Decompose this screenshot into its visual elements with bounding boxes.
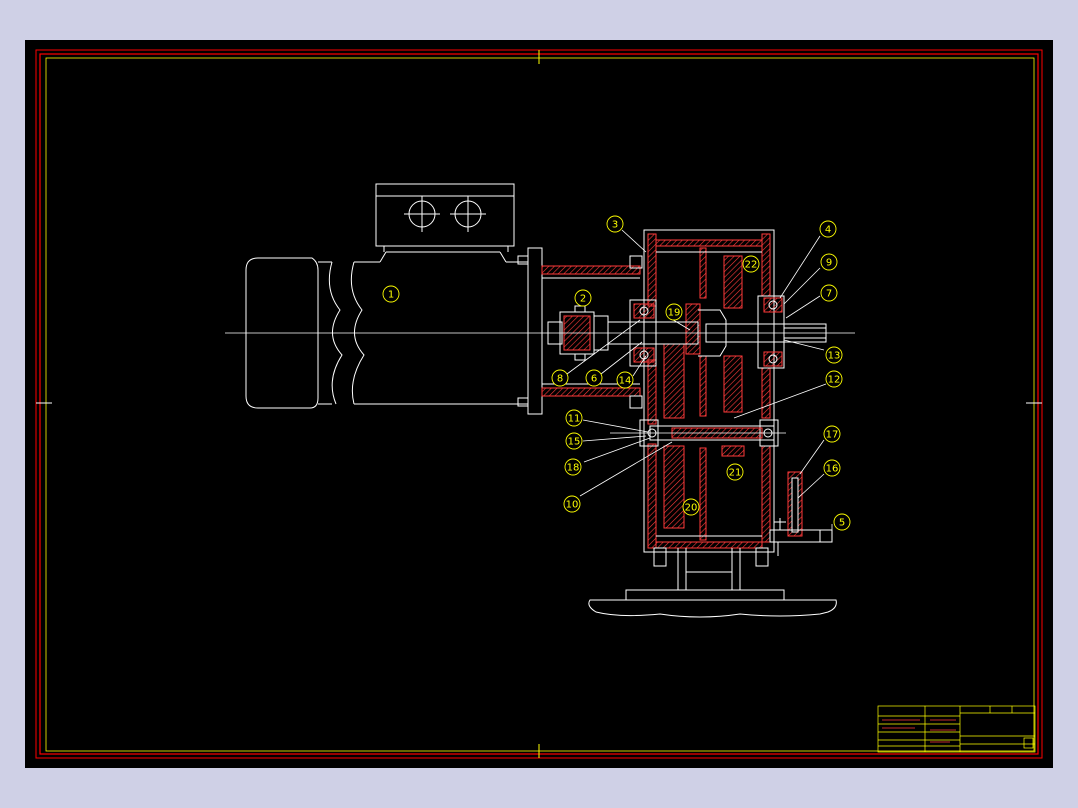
part-balloon-label: 20 (685, 503, 698, 514)
part-balloon-label: 1 (388, 290, 394, 301)
part-balloon-label: 18 (567, 463, 580, 474)
part-balloon-label: 9 (826, 258, 832, 269)
part-balloons: 1 23 45678910111213141516171819202122 (382, 215, 851, 531)
part-balloon-label: 15 (568, 437, 581, 448)
part-balloon-label: 13 (828, 351, 841, 362)
drawing-border (35, 49, 1043, 759)
part-balloon-label: 2 (580, 294, 586, 305)
part-balloon-label: 10 (566, 500, 579, 511)
part-balloon-label: 7 (826, 289, 832, 300)
part-balloon-label: 5 (839, 518, 845, 529)
part-balloon-label: 22 (745, 260, 758, 271)
part-balloon-label: 11 (568, 414, 581, 425)
part-balloon-label: 4 (825, 225, 831, 236)
part-balloon-label: 3 (612, 220, 618, 231)
part-balloon-label: 16 (826, 464, 839, 475)
part-balloon-label: 21 (729, 468, 742, 479)
title-block (877, 705, 1036, 753)
part-balloon-label: 12 (828, 375, 841, 386)
part-balloon-label: 17 (826, 430, 839, 441)
base-stand (588, 547, 837, 618)
part-balloon-label: 14 (619, 376, 632, 387)
lever-assembly (769, 471, 833, 556)
cad-drawing: 1 23 45678910111213141516171819202122 (35, 49, 1043, 759)
part-balloon-label: 8 (557, 374, 563, 385)
part-balloon-label: 19 (668, 308, 681, 319)
part-balloon-label: 6 (591, 374, 597, 385)
